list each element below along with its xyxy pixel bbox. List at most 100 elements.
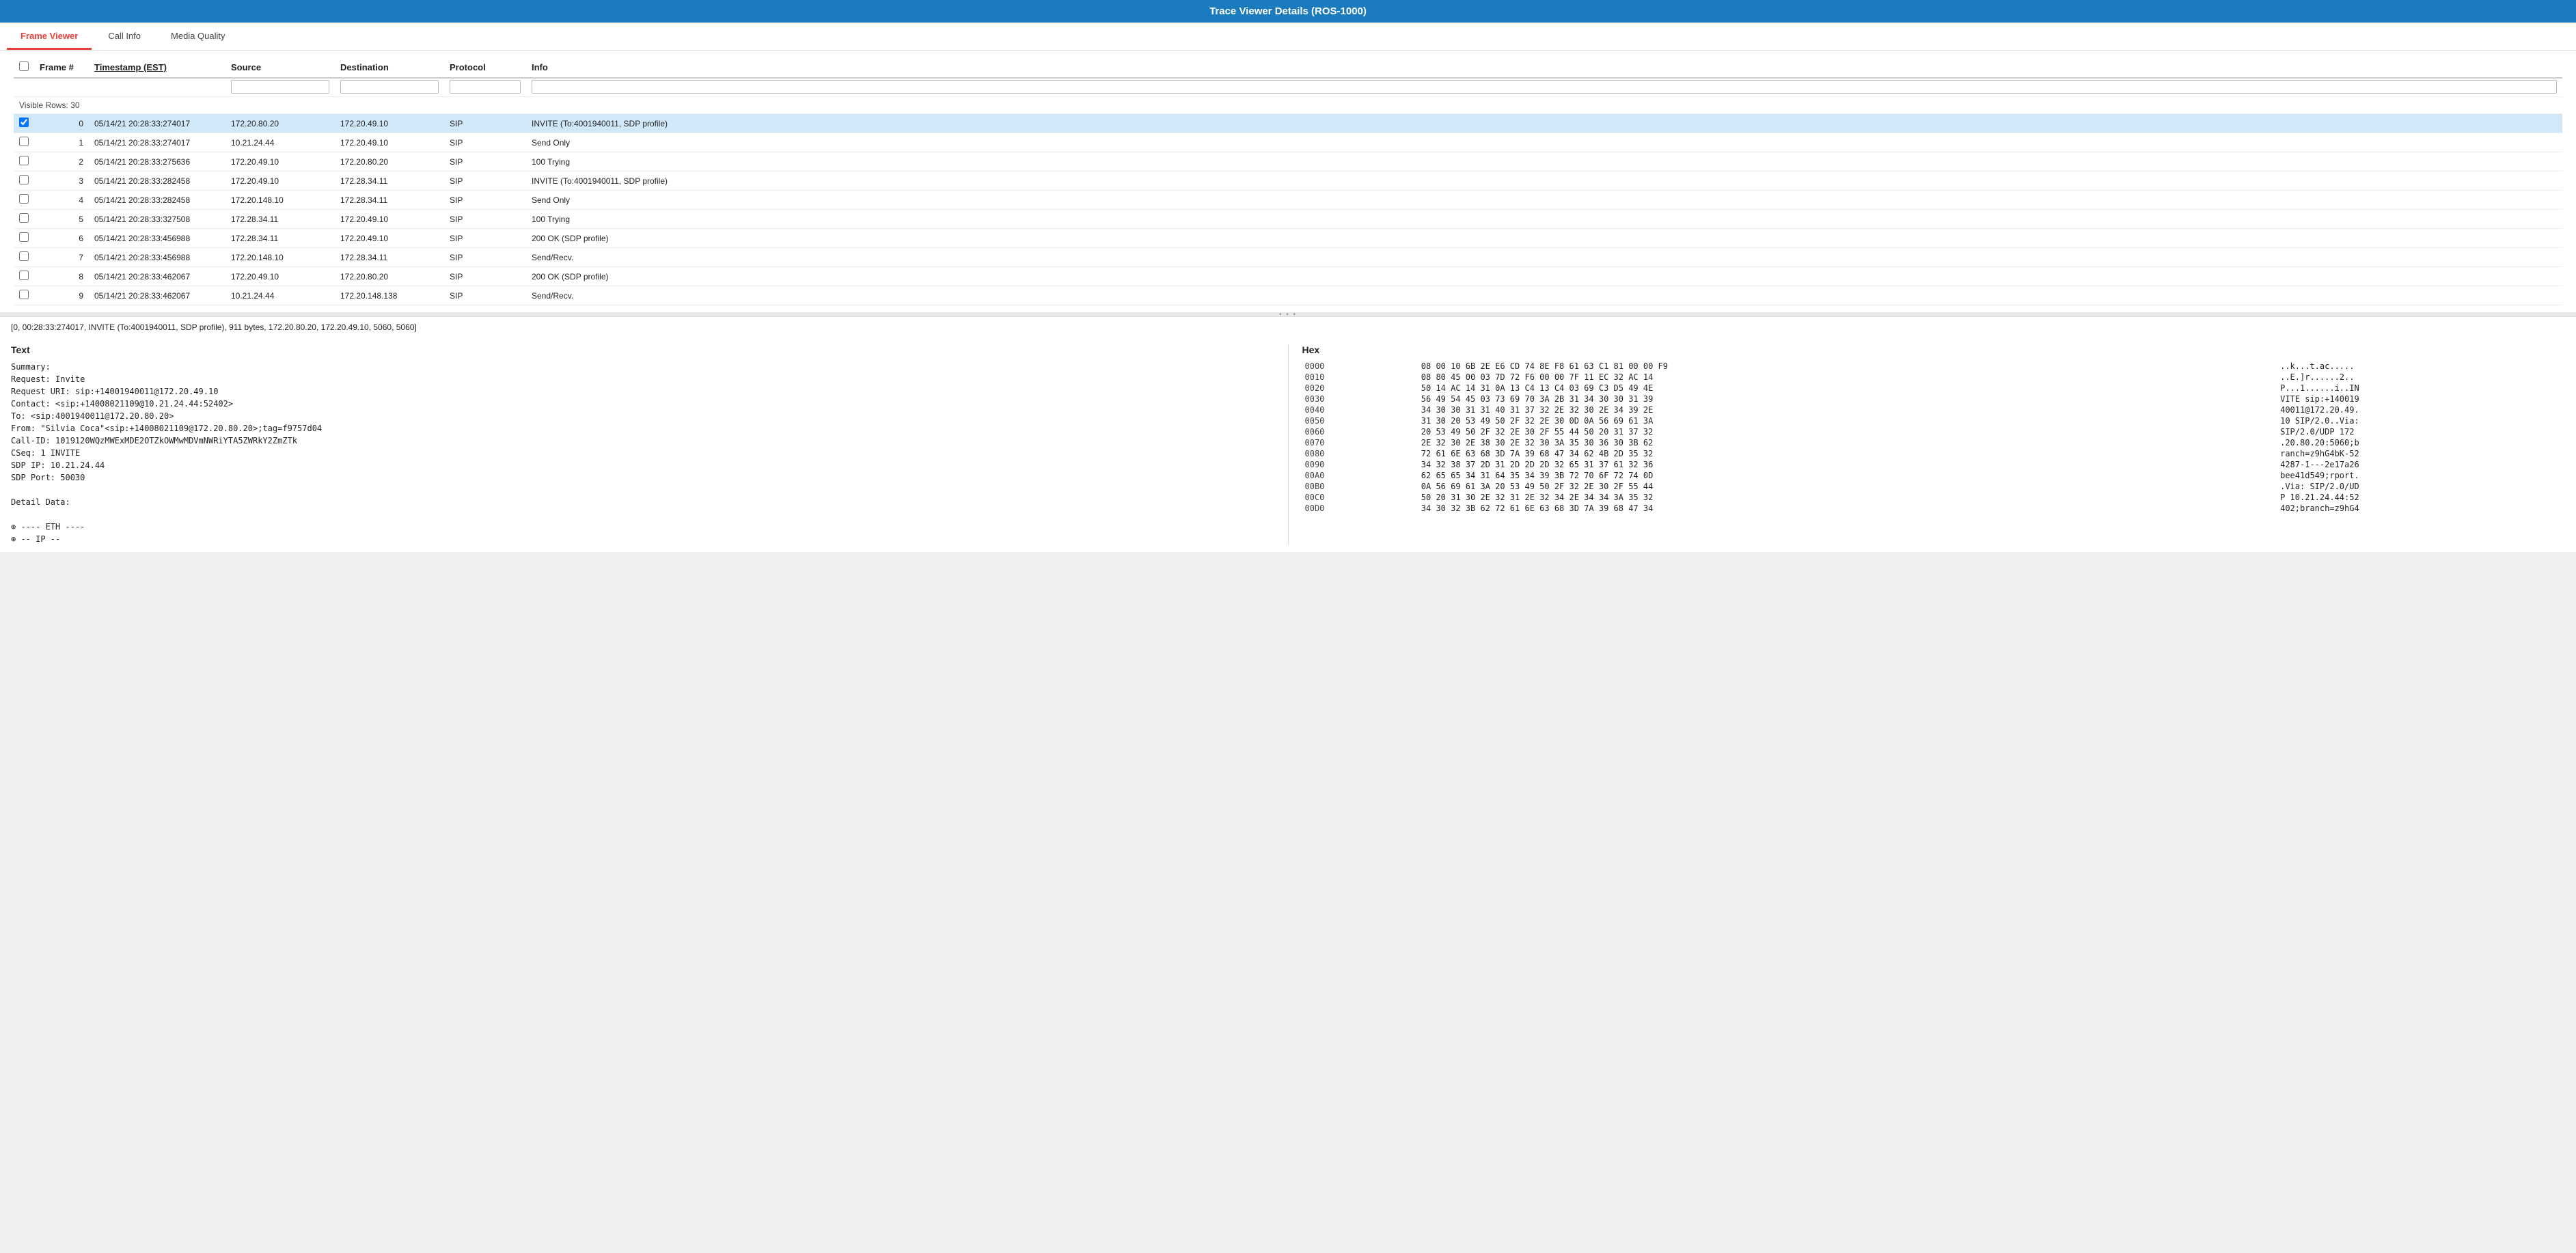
table-row[interactable]: 6 05/14/21 20:28:33:456988 172.28.34.11 … xyxy=(14,229,2562,248)
row-checkbox[interactable] xyxy=(19,271,29,280)
cell-frame: 1 xyxy=(34,133,89,152)
row-checkbox[interactable] xyxy=(19,213,29,223)
dest-filter-input[interactable] xyxy=(340,80,439,94)
cell-info: 100 Trying xyxy=(526,152,2562,171)
visible-rows-row: Visible Rows: 30 xyxy=(14,97,2562,114)
table-row[interactable]: 5 05/14/21 20:28:33:327508 172.28.34.11 … xyxy=(14,210,2562,229)
row-checkbox[interactable] xyxy=(19,194,29,204)
cell-info: Send Only xyxy=(526,133,2562,152)
cell-timestamp: 05/14/21 20:28:33:274017 xyxy=(89,133,225,152)
hex-row: 0090 34 32 38 37 2D 31 2D 2D 2D 32 65 31… xyxy=(1302,459,2566,470)
table-row[interactable]: 1 05/14/21 20:28:33:274017 10.21.24.44 1… xyxy=(14,133,2562,152)
hex-row: 00D0 34 30 32 3B 62 72 61 6E 63 68 3D 7A… xyxy=(1302,503,2566,514)
app-title: Trace Viewer Details (ROS-1000) xyxy=(1209,5,1367,17)
hex-row: 0020 50 14 AC 14 31 0A 13 C4 13 C4 03 69… xyxy=(1302,383,2566,394)
cell-info: 100 Trying xyxy=(526,210,2562,229)
title-bar: Trace Viewer Details (ROS-1000) xyxy=(0,0,2576,23)
main-content: Frame # Timestamp (EST) Source Destinati… xyxy=(0,51,2576,552)
col-header-proto: Protocol xyxy=(444,57,526,78)
hex-ascii: ..E.]r......2.. xyxy=(2277,372,2565,383)
text-panel-title: Text xyxy=(11,344,1274,355)
hex-row: 00C0 50 20 31 30 2E 32 31 2E 32 34 2E 34… xyxy=(1302,492,2566,503)
hex-ascii: .Via: SIP/2.0/UD xyxy=(2277,481,2565,492)
cell-frame: 5 xyxy=(34,210,89,229)
source-filter-input[interactable] xyxy=(231,80,329,94)
row-checkbox[interactable] xyxy=(19,175,29,184)
hex-ascii: .20.80.20:5060;b xyxy=(2277,437,2565,448)
hex-ascii: ..k...t.ac..... xyxy=(2277,361,2565,372)
row-checkbox[interactable] xyxy=(19,137,29,146)
hex-row: 0050 31 30 20 53 49 50 2F 32 2E 30 0D 0A… xyxy=(1302,415,2566,426)
cell-source: 172.20.80.20 xyxy=(225,114,335,133)
proto-filter-input[interactable] xyxy=(450,80,521,94)
cell-source: 172.20.148.10 xyxy=(225,191,335,210)
table-row[interactable]: 3 05/14/21 20:28:33:282458 172.20.49.10 … xyxy=(14,171,2562,191)
tab-media-quality[interactable]: Media Quality xyxy=(157,23,238,50)
tabs-bar: Frame Viewer Call Info Media Quality xyxy=(0,23,2576,51)
row-checkbox[interactable] xyxy=(19,290,29,299)
col-header-dest: Destination xyxy=(335,57,444,78)
cell-info: 200 OK (SDP profile) xyxy=(526,267,2562,286)
table-row[interactable]: 2 05/14/21 20:28:33:275636 172.20.49.10 … xyxy=(14,152,2562,171)
hex-ascii: P...1......i..IN xyxy=(2277,383,2565,394)
cell-timestamp: 05/14/21 20:28:33:462067 xyxy=(89,286,225,305)
cell-timestamp: 05/14/21 20:28:33:274017 xyxy=(89,114,225,133)
hex-row: 0040 34 30 30 31 31 40 31 37 32 2E 32 30… xyxy=(1302,404,2566,415)
row-checkbox[interactable] xyxy=(19,232,29,242)
row-checkbox[interactable] xyxy=(19,251,29,261)
table-row[interactable]: 9 05/14/21 20:28:33:462067 10.21.24.44 1… xyxy=(14,286,2562,305)
hex-panel-title: Hex xyxy=(1302,344,2566,355)
col-header-source: Source xyxy=(225,57,335,78)
tab-call-info[interactable]: Call Info xyxy=(94,23,154,50)
cell-proto: SIP xyxy=(444,286,526,305)
cell-dest: 172.28.34.11 xyxy=(335,171,444,191)
table-row[interactable]: 4 05/14/21 20:28:33:282458 172.20.148.10… xyxy=(14,191,2562,210)
cell-timestamp: 05/14/21 20:28:33:282458 xyxy=(89,191,225,210)
select-all-checkbox[interactable] xyxy=(19,61,29,71)
hex-ascii: SIP/2.0/UDP 172 xyxy=(2277,426,2565,437)
hex-bytes: 34 30 30 31 31 40 31 37 32 2E 32 30 2E 3… xyxy=(1419,404,2277,415)
cell-dest: 172.20.49.10 xyxy=(335,114,444,133)
hex-ascii: bee41d549;rport. xyxy=(2277,470,2565,481)
hex-offset: 0030 xyxy=(1302,394,1419,404)
frame-info-bar: [0, 00:28:33:274017, INVITE (To:40019400… xyxy=(0,316,2576,338)
hex-offset: 00C0 xyxy=(1302,492,1419,503)
hex-bytes: 34 32 38 37 2D 31 2D 2D 2D 32 65 31 37 6… xyxy=(1419,459,2277,470)
cell-source: 172.20.49.10 xyxy=(225,171,335,191)
hex-row: 0080 72 61 6E 63 68 3D 7A 39 68 47 34 62… xyxy=(1302,448,2566,459)
hex-offset: 00A0 xyxy=(1302,470,1419,481)
info-filter-input[interactable] xyxy=(532,80,2557,94)
tab-frame-viewer[interactable]: Frame Viewer xyxy=(7,23,92,50)
frame-table: Frame # Timestamp (EST) Source Destinati… xyxy=(14,57,2562,305)
table-row[interactable]: 7 05/14/21 20:28:33:456988 172.20.148.10… xyxy=(14,248,2562,267)
row-checkbox[interactable] xyxy=(19,156,29,165)
hex-bytes: 56 49 54 45 03 73 69 70 3A 2B 31 34 30 3… xyxy=(1419,394,2277,404)
text-panel: Text Summary: Request: Invite Request UR… xyxy=(11,344,1289,545)
col-header-timestamp[interactable]: Timestamp (EST) xyxy=(89,57,225,78)
hex-offset: 0010 xyxy=(1302,372,1419,383)
hex-bytes: 62 65 65 34 31 64 35 34 39 3B 72 70 6F 7… xyxy=(1419,470,2277,481)
hex-bytes: 08 00 10 6B 2E E6 CD 74 8E F8 61 63 C1 8… xyxy=(1419,361,2277,372)
row-checkbox[interactable] xyxy=(19,118,29,127)
cell-dest: 172.20.80.20 xyxy=(335,152,444,171)
cell-frame: 7 xyxy=(34,248,89,267)
cell-dest: 172.28.34.11 xyxy=(335,248,444,267)
col-header-frame: Frame # xyxy=(34,57,89,78)
text-panel-content: Summary: Request: Invite Request URI: si… xyxy=(11,361,1274,545)
frame-table-section: Frame # Timestamp (EST) Source Destinati… xyxy=(0,51,2576,312)
hex-bytes: 31 30 20 53 49 50 2F 32 2E 30 0D 0A 56 6… xyxy=(1419,415,2277,426)
hex-row: 0060 20 53 49 50 2F 32 2E 30 2F 55 44 50… xyxy=(1302,426,2566,437)
cell-source: 10.21.24.44 xyxy=(225,133,335,152)
hex-row: 0030 56 49 54 45 03 73 69 70 3A 2B 31 34… xyxy=(1302,394,2566,404)
cell-dest: 172.20.49.10 xyxy=(335,210,444,229)
hex-offset: 0020 xyxy=(1302,383,1419,394)
hex-bytes: 0A 56 69 61 3A 20 53 49 50 2F 32 2E 30 2… xyxy=(1419,481,2277,492)
hex-ascii: 40011@172.20.49. xyxy=(2277,404,2565,415)
table-row[interactable]: 0 05/14/21 20:28:33:274017 172.20.80.20 … xyxy=(14,114,2562,133)
cell-source: 172.20.49.10 xyxy=(225,152,335,171)
hex-offset: 0040 xyxy=(1302,404,1419,415)
cell-timestamp: 05/14/21 20:28:33:282458 xyxy=(89,171,225,191)
table-header-row: Frame # Timestamp (EST) Source Destinati… xyxy=(14,57,2562,78)
table-row[interactable]: 8 05/14/21 20:28:33:462067 172.20.49.10 … xyxy=(14,267,2562,286)
hex-ascii: VITE sip:+140019 xyxy=(2277,394,2565,404)
